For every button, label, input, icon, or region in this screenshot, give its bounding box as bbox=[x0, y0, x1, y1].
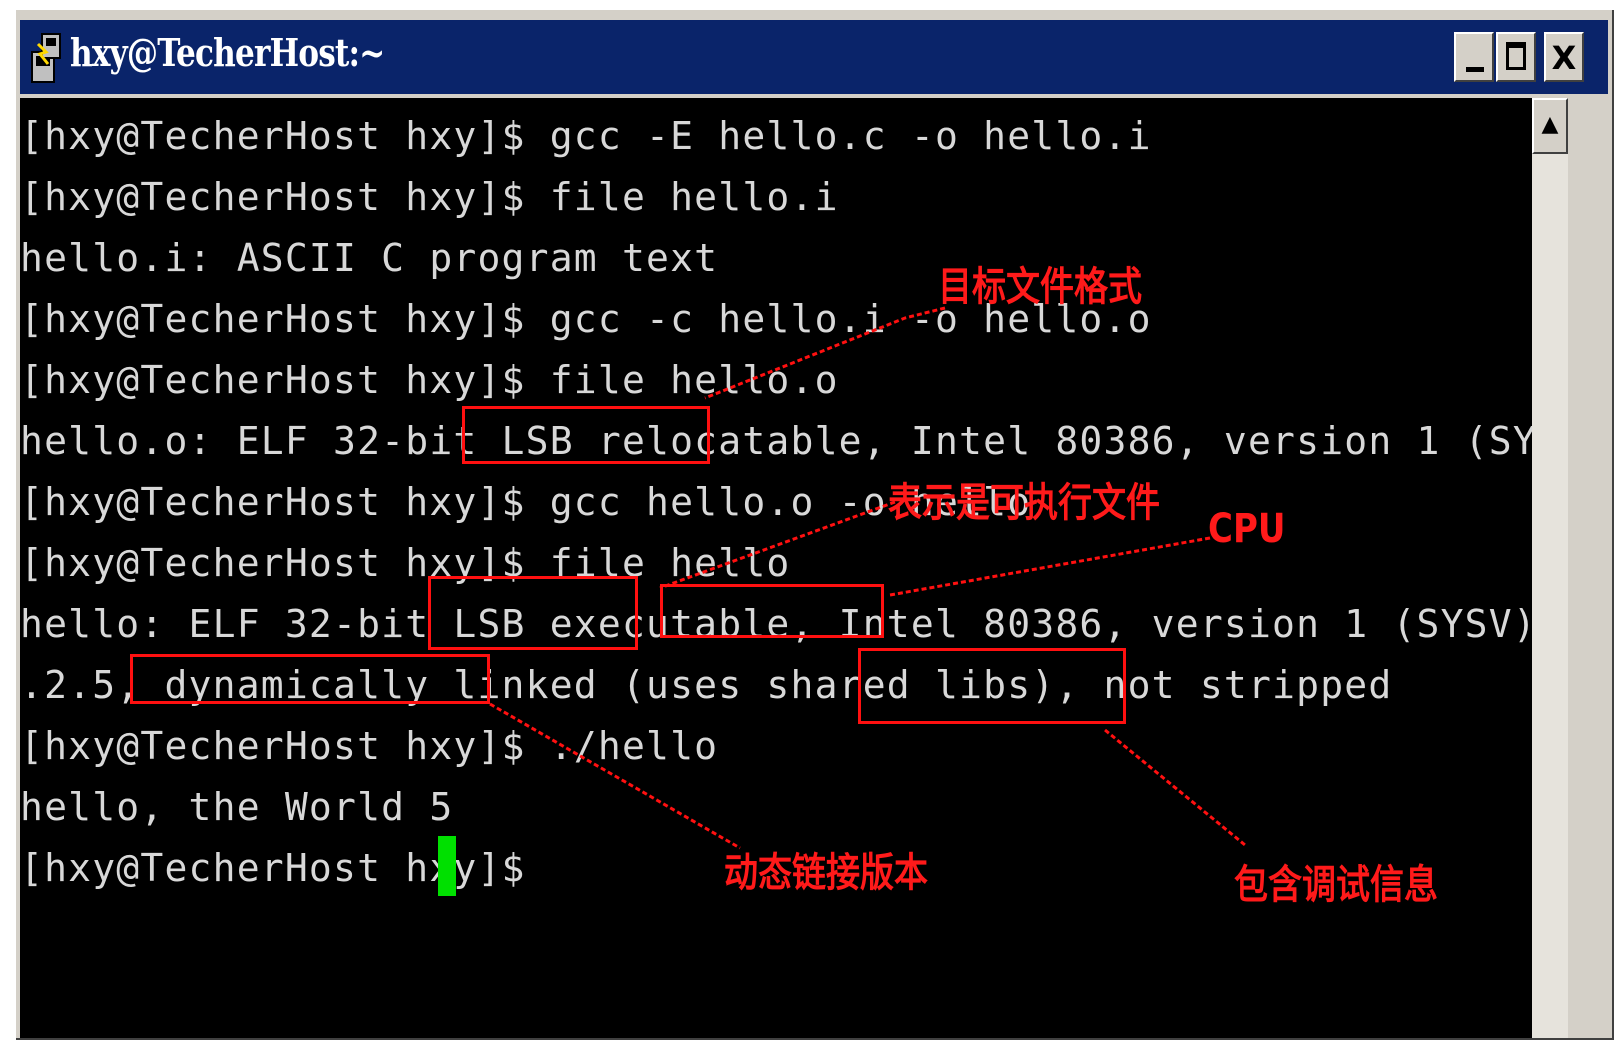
title-bar[interactable]: hxy@TecherHost:~ X bbox=[20, 20, 1608, 94]
terminal-cursor bbox=[438, 836, 456, 896]
arrow-up-icon: ▲ bbox=[1541, 112, 1559, 137]
vertical-scrollbar[interactable]: ▲ bbox=[1532, 98, 1568, 1038]
terminal-line: hello.o: ELF 32-bit LSB relocatable, Int… bbox=[20, 419, 1532, 463]
terminal-line: [hxy@TecherHost hxy]$ gcc -E hello.c -o … bbox=[20, 114, 1152, 158]
highlight-dynamically-linked bbox=[130, 654, 490, 704]
terminal-line: [hxy@TecherHost hxy]$ ./hello bbox=[20, 724, 719, 768]
annotation-dynamic-link: 动态链接版本 bbox=[724, 850, 928, 896]
terminal-line: [hxy@TecherHost hxy]$ gcc hello.o -o hel… bbox=[20, 480, 1032, 524]
close-icon: X bbox=[1551, 39, 1577, 77]
maximize-button[interactable] bbox=[1496, 32, 1536, 82]
scroll-up-button[interactable]: ▲ bbox=[1532, 98, 1568, 154]
terminal-line: [hxy@TecherHost hxy]$ file hello.i bbox=[20, 175, 839, 219]
highlight-relocatable bbox=[462, 406, 710, 464]
annotation-object-format: 目标文件格式 bbox=[938, 264, 1142, 310]
terminal-line: [hxy@TecherHost hxy]$ file hello.o bbox=[20, 358, 839, 402]
terminal-prompt-line: [hxy@TecherHost hxy]$ bbox=[20, 846, 550, 890]
window-title: hxy@TecherHost:~ bbox=[70, 30, 385, 75]
close-button[interactable]: X bbox=[1544, 32, 1584, 82]
terminal-line: hello.i: ASCII C program text bbox=[20, 236, 719, 280]
terminal-line: hello, the World 5 bbox=[20, 785, 454, 829]
highlight-executable bbox=[428, 576, 638, 650]
maximize-icon bbox=[1506, 42, 1526, 70]
highlight-cpu bbox=[660, 584, 884, 638]
annotation-debug-info: 包含调试信息 bbox=[1234, 862, 1438, 908]
annotation-executable: 表示是可执行文件 bbox=[888, 480, 1160, 526]
highlight-not-stripped bbox=[858, 648, 1126, 724]
minimize-button[interactable] bbox=[1454, 32, 1494, 82]
minimize-icon bbox=[1466, 67, 1484, 72]
annotation-cpu: CPU bbox=[1208, 506, 1286, 552]
putty-terminal-icon bbox=[31, 33, 61, 83]
